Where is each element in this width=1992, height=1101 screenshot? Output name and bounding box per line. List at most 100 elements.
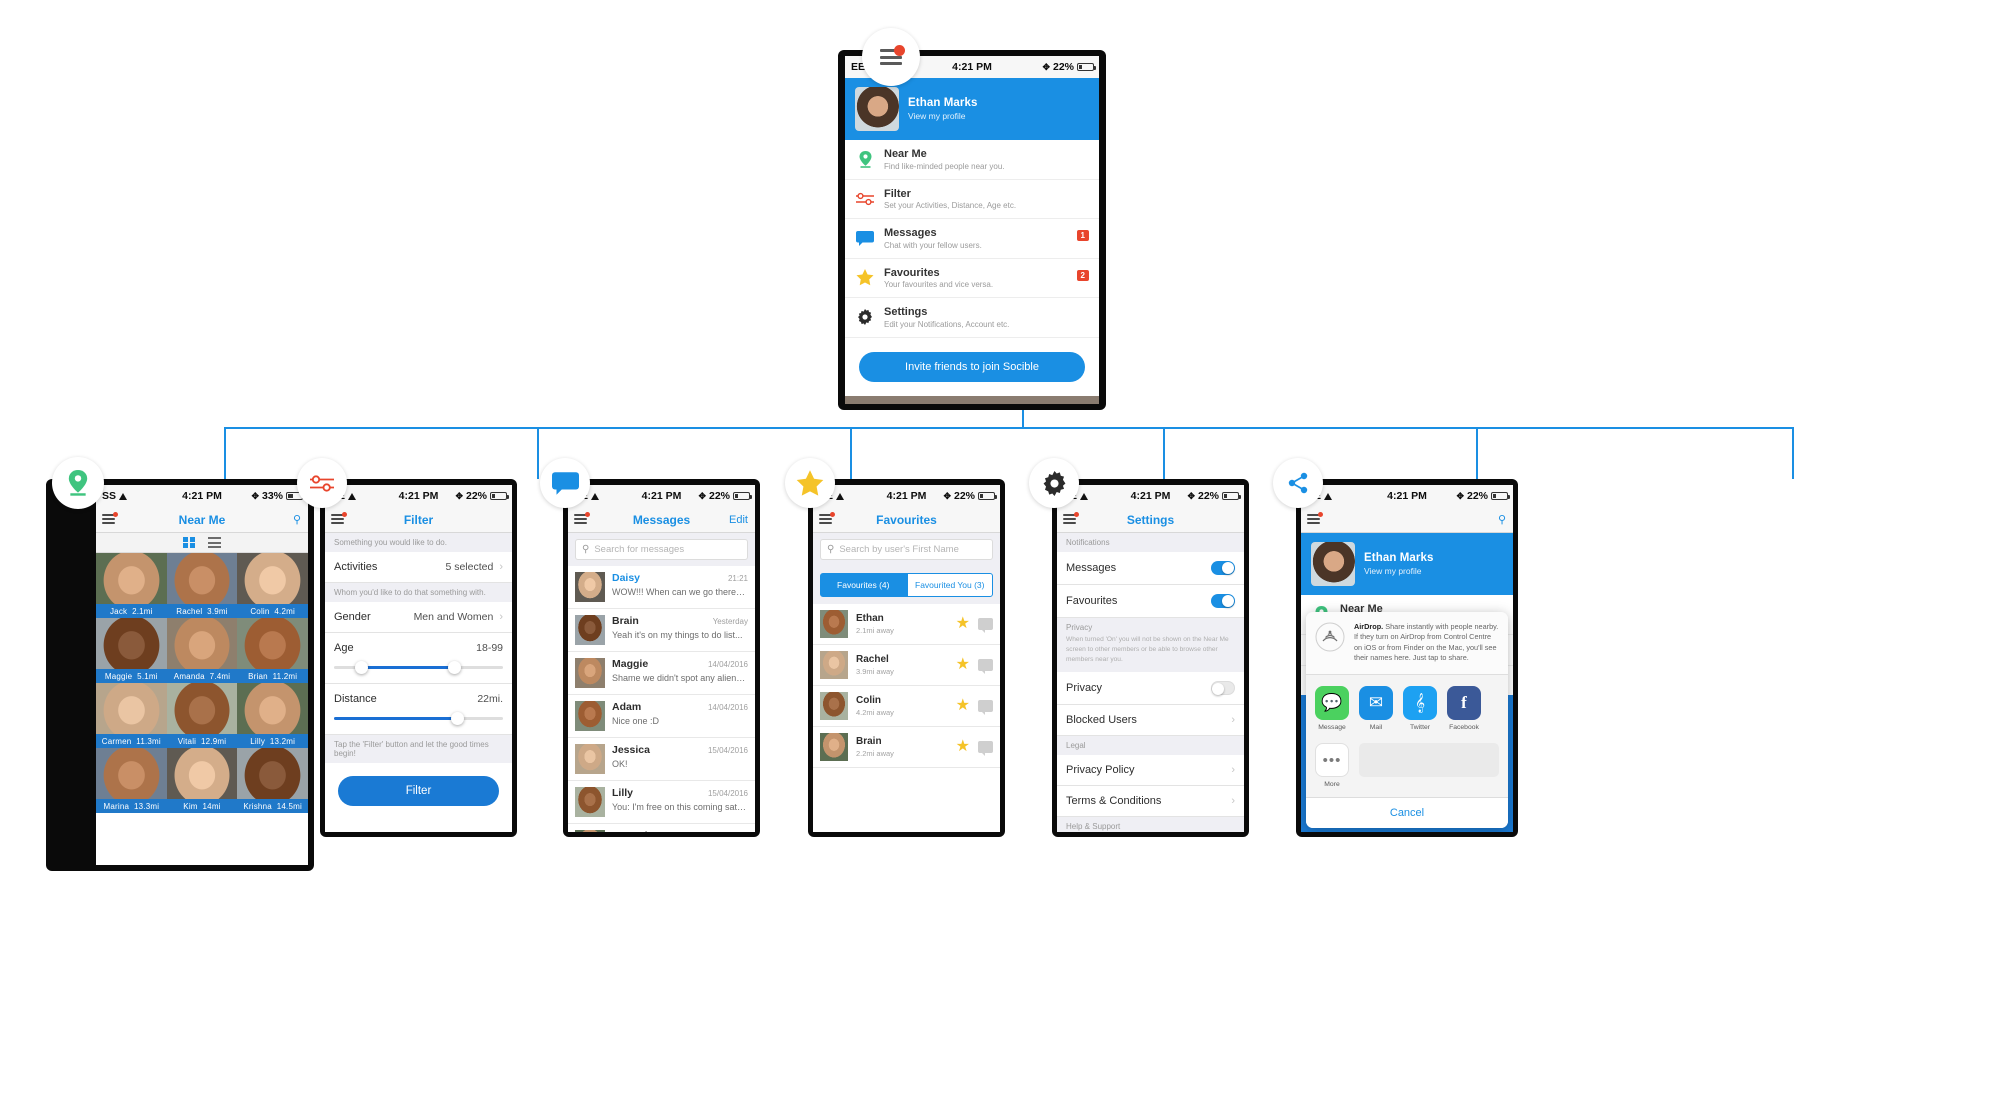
- distance-slider[interactable]: [334, 712, 503, 725]
- age-slider-min-handle[interactable]: [355, 661, 369, 674]
- more-row[interactable]: ••• More: [1306, 737, 1508, 797]
- cancel-button[interactable]: Cancel: [1306, 797, 1508, 828]
- near-me-bubble[interactable]: [52, 457, 104, 509]
- message-thread-row[interactable]: Daisy 21:21 WOW!!! When can we go there?..…: [568, 566, 755, 609]
- battery-percent: 22%: [708, 490, 730, 502]
- message-thread-row[interactable]: Jessica 15/04/2016 OK!: [568, 738, 755, 781]
- people-grid-cell[interactable]: Lilly 13.2mi: [237, 683, 308, 748]
- facebook-icon[interactable]: f: [1447, 686, 1481, 720]
- tab-favourited-you[interactable]: Favourited You (3): [906, 573, 993, 597]
- distance-slider-handle[interactable]: [451, 712, 465, 725]
- settings-bubble[interactable]: [1029, 458, 1079, 508]
- favourite-row[interactable]: Ethan 2.1mi away ★: [813, 604, 1000, 645]
- star-icon[interactable]: ★: [956, 616, 970, 632]
- people-grid-cell[interactable]: Jack 2.1mi: [96, 553, 167, 618]
- row-gender[interactable]: Gender Men and Women ›: [325, 602, 512, 633]
- search-input[interactable]: ⚲ Search for messages: [575, 539, 748, 560]
- hamburger-icon[interactable]: [819, 512, 835, 526]
- message-icon[interactable]: 💬: [1315, 686, 1349, 720]
- menu-item-settings[interactable]: Settings Edit your Notifications, Accoun…: [845, 298, 1099, 338]
- share-app[interactable]: ✉ Mail: [1359, 686, 1393, 731]
- age-slider-max-handle[interactable]: [447, 661, 461, 674]
- share-app[interactable]: f Facebook: [1447, 686, 1481, 731]
- filter-button[interactable]: Filter: [338, 776, 499, 806]
- menu-item-filter[interactable]: Filter Set your Activities, Distance, Ag…: [845, 180, 1099, 219]
- hamburger-icon[interactable]: [102, 512, 118, 526]
- people-grid-cell[interactable]: Rachel 3.9mi: [166, 553, 238, 618]
- message-thread-row[interactable]: Brain Yesterday Yeah it's on my things to …: [568, 609, 755, 652]
- favourites-list: Ethan 2.1mi away ★ Rachel 3.9mi away ★ Colin 4.…: [813, 604, 1000, 768]
- tab-favourites[interactable]: Favourites (4): [820, 573, 907, 597]
- hamburger-icon[interactable]: [1307, 512, 1323, 526]
- menu-profile-header[interactable]: Ethan Marks View my profile: [845, 78, 1099, 140]
- message-thread-row[interactable]: Amanda18/04/2016You: Have you been to th…: [568, 824, 755, 832]
- row-favourites-notification[interactable]: Favourites: [1057, 585, 1244, 618]
- age-range-slider[interactable]: [334, 661, 503, 674]
- share-bubble[interactable]: [1273, 458, 1323, 508]
- more-dots-icon[interactable]: •••: [1315, 743, 1349, 777]
- edit-button[interactable]: Edit: [729, 514, 748, 526]
- row-age[interactable]: Age 18-99: [325, 633, 512, 684]
- twitter-icon[interactable]: 𝄞: [1403, 686, 1437, 720]
- favourites-toggle[interactable]: [1211, 594, 1235, 608]
- people-grid-cell[interactable]: Vitali 12.9mi: [166, 683, 238, 748]
- search-icon[interactable]: ⚲: [1498, 513, 1506, 526]
- people-grid-cell[interactable]: Colin 4.2mi: [237, 553, 308, 618]
- row-blocked-users[interactable]: Blocked Users ›: [1057, 704, 1244, 736]
- message-thread-row[interactable]: Lilly 15/04/2016 You: I'm free on this com…: [568, 781, 755, 824]
- row-privacy[interactable]: Privacy: [1057, 671, 1244, 705]
- avatar: [575, 615, 605, 645]
- hamburger-icon[interactable]: [331, 512, 347, 526]
- share-app[interactable]: 💬 Message: [1315, 686, 1349, 731]
- thread-preview: WOW!!! When can we go there?...: [612, 587, 748, 597]
- menu-profile-header[interactable]: Ethan Marks View my profile: [1301, 533, 1513, 595]
- row-privacy-policy[interactable]: Privacy Policy ›: [1057, 754, 1244, 786]
- people-grid-cell[interactable]: Carmen 11.3mi: [96, 683, 167, 748]
- grid-view-icon[interactable]: [183, 536, 195, 549]
- people-grid-cell[interactable]: Amanda 7.4mi: [166, 618, 238, 683]
- row-activities[interactable]: Activities 5 selected ›: [325, 552, 512, 583]
- favourite-row[interactable]: Rachel 3.9mi away ★: [813, 645, 1000, 686]
- airdrop-row[interactable]: AirDrop. Share instantly with people nea…: [1306, 611, 1508, 675]
- list-view-icon[interactable]: [207, 537, 221, 548]
- people-grid-cell[interactable]: Marina 13.3mi: [96, 748, 167, 813]
- messages-bubble[interactable]: [540, 458, 590, 508]
- chat-bubble-icon[interactable]: [978, 700, 993, 715]
- connector-branch-4: [1163, 427, 1165, 479]
- messages-toggle[interactable]: [1211, 561, 1235, 575]
- row-distance[interactable]: Distance 22mi.: [325, 684, 512, 735]
- row-label: Activities: [334, 561, 378, 573]
- privacy-toggle[interactable]: [1211, 680, 1235, 695]
- message-thread-row[interactable]: Adam 14/04/2016 Nice one :D: [568, 695, 755, 738]
- invite-friends-button[interactable]: Invite friends to join Socible: [859, 351, 1085, 382]
- status-right: ✥ 22%: [943, 490, 997, 502]
- people-grid-cell[interactable]: Kim 14mi: [166, 748, 238, 813]
- chat-bubble-icon[interactable]: [978, 659, 993, 674]
- filter-bubble[interactable]: [297, 458, 347, 508]
- search-input[interactable]: ⚲ Search by user's First Name: [820, 539, 993, 560]
- share-app[interactable]: 𝄞 Twitter: [1403, 686, 1437, 731]
- favourites-bubble[interactable]: [785, 458, 835, 508]
- hamburger-icon[interactable]: [574, 512, 590, 526]
- search-icon[interactable]: ⚲: [293, 513, 301, 526]
- mail-icon[interactable]: ✉: [1359, 686, 1393, 720]
- hamburger-menu-bubble[interactable]: [862, 28, 920, 86]
- menu-item-messages[interactable]: Messages Chat with your fellow users. 1: [845, 219, 1099, 259]
- hamburger-icon[interactable]: [1063, 512, 1079, 526]
- row-messages-notification[interactable]: Messages: [1057, 552, 1244, 585]
- menu-item-favourites[interactable]: Favourites Your favourites and vice vers…: [845, 259, 1099, 298]
- person-label: Rachel 3.9mi: [166, 604, 238, 618]
- people-grid-cell[interactable]: Krishna 14.5mi: [237, 748, 308, 813]
- star-icon[interactable]: ★: [956, 698, 970, 714]
- message-thread-row[interactable]: Maggie 14/04/2016 Shame we didn't spot any…: [568, 652, 755, 695]
- star-icon[interactable]: ★: [956, 739, 970, 755]
- menu-item-near-me[interactable]: Near Me Find like-minded people near you…: [845, 140, 1099, 180]
- favourite-row[interactable]: Brain 2.2mi away ★: [813, 727, 1000, 768]
- people-grid-cell[interactable]: Brian 11.2mi: [237, 618, 308, 683]
- favourite-row[interactable]: Colin 4.2mi away ★: [813, 686, 1000, 727]
- chat-bubble-icon[interactable]: [978, 618, 993, 633]
- star-icon[interactable]: ★: [956, 657, 970, 673]
- people-grid-cell[interactable]: Maggie 5.1mi: [96, 618, 167, 683]
- chat-bubble-icon[interactable]: [978, 741, 993, 756]
- row-terms[interactable]: Terms & Conditions ›: [1057, 785, 1244, 817]
